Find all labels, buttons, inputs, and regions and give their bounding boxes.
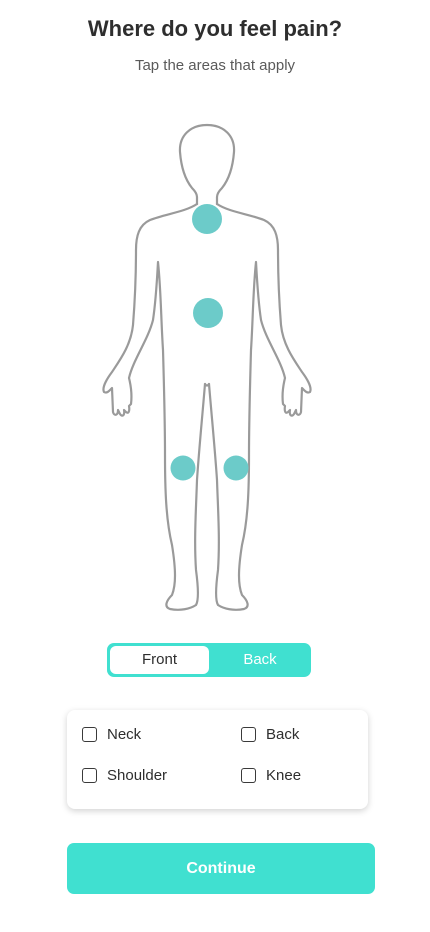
neck-checkbox[interactable] <box>82 726 97 742</box>
page-title: Where do you feel pain? <box>87 16 343 41</box>
human-body-outline-icon <box>102 123 312 611</box>
left-knee-marker[interactable] <box>170 455 196 481</box>
continue-button[interactable]: Continue <box>67 843 375 894</box>
page-subtitle: Tap the areas that apply <box>134 57 296 74</box>
pain-area-options: Neck Back Shoulder Knee <box>67 710 368 809</box>
body-map[interactable] <box>95 120 325 620</box>
pain-markers[interactable] <box>170 204 249 481</box>
neck-option[interactable]: Neck <box>82 723 141 745</box>
right-knee-marker[interactable] <box>223 455 249 481</box>
back-checkbox[interactable] <box>241 726 256 742</box>
back-option-label: Back <box>266 725 300 743</box>
shoulder-checkbox[interactable] <box>82 767 97 783</box>
knee-option[interactable]: Knee <box>241 764 301 786</box>
neck-marker[interactable] <box>192 204 222 234</box>
knee-checkbox[interactable] <box>241 767 256 783</box>
shoulder-option-label: Shoulder <box>107 766 168 784</box>
shoulder-option[interactable]: Shoulder <box>82 764 167 786</box>
abdomen-marker[interactable] <box>193 298 223 328</box>
knee-option-label: Knee <box>266 766 302 784</box>
back-view-tab[interactable]: Back <box>212 646 308 674</box>
view-toggle[interactable]: Front Back <box>107 643 311 677</box>
back-option[interactable]: Back <box>241 723 299 745</box>
front-view-tab[interactable]: Front <box>110 646 209 674</box>
neck-option-label: Neck <box>107 725 142 743</box>
